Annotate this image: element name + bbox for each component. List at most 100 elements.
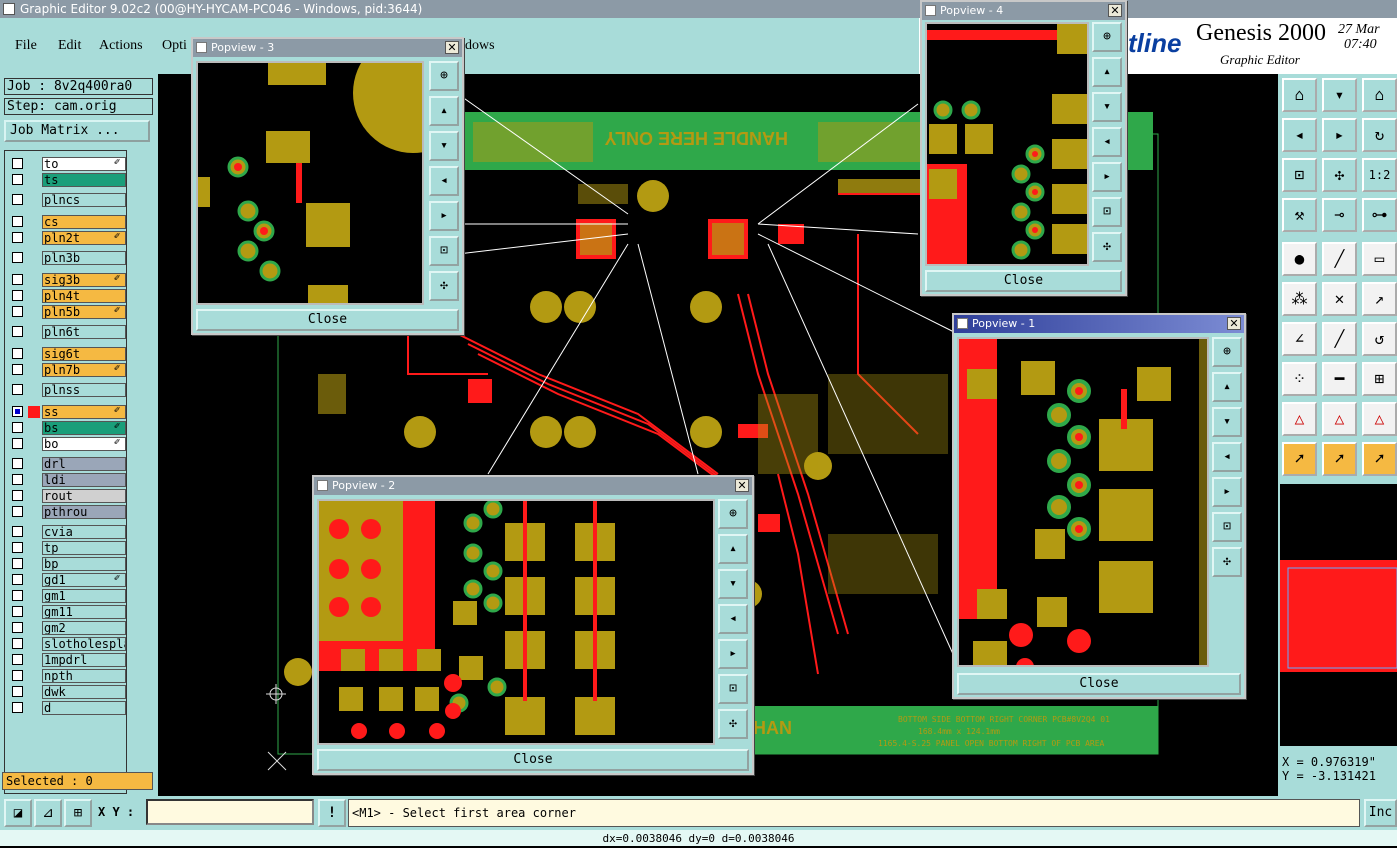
inc-button[interactable]: Inc	[1364, 799, 1397, 827]
tool-triangle-fill-icon[interactable]: △	[1362, 402, 1397, 436]
layer-row-bs[interactable]: bs ✐	[8, 421, 126, 435]
layer-name[interactable]: drl	[42, 457, 126, 471]
layer-name[interactable]: rout	[42, 489, 126, 503]
layer-name[interactable]: tp	[42, 541, 126, 555]
close-icon[interactable]: ✕	[735, 479, 749, 492]
popview-2-title-bar[interactable]: Popview - 2 ✕	[314, 477, 752, 495]
layer-checkbox[interactable]	[12, 686, 23, 697]
pop2-center-icon[interactable]: ✣	[718, 709, 748, 739]
tool-zoom-center-icon[interactable]: ✣	[1322, 158, 1357, 192]
layer-name[interactable]: gm2	[42, 621, 126, 635]
popview-4-close-button[interactable]: Close	[925, 270, 1122, 292]
menu-options[interactable]: Opti	[162, 38, 187, 54]
layer-row-gm11[interactable]: gm11	[8, 605, 126, 619]
pop1-pan-left-icon[interactable]: ◂	[1212, 442, 1242, 472]
pop1-pan-down-icon[interactable]: ▾	[1212, 407, 1242, 437]
tool-scale-icon[interactable]: 1:2	[1362, 158, 1397, 192]
layer-row-to[interactable]: to ✐	[8, 157, 126, 171]
tool-cross-icon[interactable]: ✕	[1322, 282, 1357, 316]
menu-windows[interactable]: dows	[465, 38, 495, 54]
layer-row-dwk[interactable]: dwk	[8, 685, 126, 699]
tool-pan-right-icon[interactable]: ▸	[1322, 118, 1357, 152]
layer-row-pln6t[interactable]: pln6t	[8, 325, 126, 339]
pop3-pan-up-icon[interactable]: ▴	[429, 96, 459, 126]
layer-row-ldi[interactable]: ldi	[8, 473, 126, 487]
tool-pan-down-icon[interactable]: ▾	[1322, 78, 1357, 112]
layer-name[interactable]: gm1	[42, 589, 126, 603]
popview-4-title-bar[interactable]: Popview - 4 ✕	[922, 2, 1125, 20]
layer-checkbox[interactable]	[12, 702, 23, 713]
layer-name[interactable]: plnss	[42, 383, 126, 397]
tool-pointer-icon[interactable]: ➚	[1282, 442, 1317, 476]
layer-checkbox[interactable]	[12, 422, 23, 433]
pop3-pan-left-icon[interactable]: ◂	[429, 166, 459, 196]
layer-checkbox[interactable]	[12, 458, 23, 469]
layer-row-1mpdrl[interactable]: 1mpdrl	[8, 653, 126, 667]
layer-row-pln7b[interactable]: pln7b ✐	[8, 363, 126, 377]
layer-checkbox[interactable]	[12, 638, 23, 649]
layer-name[interactable]: pthrou	[42, 505, 126, 519]
tool-triangle-select-icon[interactable]: △	[1322, 402, 1357, 436]
layer-name[interactable]: ldi	[42, 473, 126, 487]
tool-pan-left-icon[interactable]: ◂	[1282, 118, 1317, 152]
tool-bar-icon[interactable]: ━	[1322, 362, 1357, 396]
layer-row-plnss[interactable]: plnss	[8, 383, 126, 397]
pop2-zoom-in-icon[interactable]: ⊕	[718, 499, 748, 529]
measure-icon[interactable]: ⊿	[34, 799, 62, 827]
pop2-pan-down-icon[interactable]: ▾	[718, 569, 748, 599]
close-icon[interactable]: ✕	[1108, 4, 1122, 17]
tool-angle-icon[interactable]: ∠	[1282, 322, 1317, 356]
close-icon[interactable]: ✕	[445, 41, 459, 54]
layer-row-tp[interactable]: tp	[8, 541, 126, 555]
layer-checkbox[interactable]	[12, 474, 23, 485]
pop4-zoom-in-icon[interactable]: ⊕	[1092, 22, 1122, 52]
tool-triangle-icon[interactable]: △	[1282, 402, 1317, 436]
tool-arc-icon[interactable]: ↺	[1362, 322, 1397, 356]
layer-name[interactable]: cvia	[42, 525, 126, 539]
layer-name[interactable]: dwk	[42, 685, 126, 699]
layer-name[interactable]: pln4t	[42, 289, 126, 303]
pop3-zoom-fit-icon[interactable]: ⊡	[429, 236, 459, 266]
layer-checkbox[interactable]	[12, 654, 23, 665]
layer-checkbox[interactable]	[12, 670, 23, 681]
layer-checkbox[interactable]	[12, 274, 23, 285]
pop4-pan-left-icon[interactable]: ◂	[1092, 127, 1122, 157]
close-icon[interactable]: ✕	[1227, 317, 1241, 330]
pop2-pan-up-icon[interactable]: ▴	[718, 534, 748, 564]
layer-row-ts[interactable]: ts	[8, 173, 126, 187]
layer-row-sig6t[interactable]: sig6t	[8, 347, 126, 361]
pop4-pan-down-icon[interactable]: ▾	[1092, 92, 1122, 122]
layer-checkbox[interactable]	[12, 174, 23, 185]
layer-row-rout[interactable]: rout	[8, 489, 126, 503]
pop1-center-icon[interactable]: ✣	[1212, 547, 1242, 577]
layer-checkbox[interactable]	[12, 406, 23, 417]
pop2-zoom-fit-icon[interactable]: ⊡	[718, 674, 748, 704]
layer-row-pln2t[interactable]: pln2t ✐	[8, 231, 126, 245]
tool-vector-icon[interactable]: ↗	[1362, 282, 1397, 316]
job-matrix-button[interactable]: Job Matrix ...	[4, 120, 150, 142]
pop4-pan-up-icon[interactable]: ▴	[1092, 57, 1122, 87]
layer-row-d[interactable]: d	[8, 701, 126, 715]
layer-row-pln3b[interactable]: pln3b	[8, 251, 126, 265]
layer-checkbox[interactable]	[12, 384, 23, 395]
pop3-pan-right-icon[interactable]: ▸	[429, 201, 459, 231]
tool-net-icon[interactable]: ⊶	[1362, 198, 1397, 232]
menu-edit[interactable]: Edit	[58, 38, 81, 54]
pop3-pan-down-icon[interactable]: ▾	[429, 131, 459, 161]
layer-checkbox[interactable]	[12, 232, 23, 243]
tool-measure-icon[interactable]: ⚒	[1282, 198, 1317, 232]
tool-dots-icon[interactable]: ⁘	[1282, 362, 1317, 396]
pop4-center-icon[interactable]: ✣	[1092, 232, 1122, 262]
pop1-zoom-fit-icon[interactable]: ⊡	[1212, 512, 1242, 542]
layer-checkbox[interactable]	[12, 574, 23, 585]
layer-row-plncs[interactable]: plncs	[8, 193, 126, 207]
layer-checkbox[interactable]	[12, 590, 23, 601]
layer-row-sig3b[interactable]: sig3b ✐	[8, 273, 126, 287]
popview-3-close-button[interactable]: Close	[196, 309, 459, 331]
pop2-pan-right-icon[interactable]: ▸	[718, 639, 748, 669]
tool-pad-icon[interactable]: ●	[1282, 242, 1317, 276]
tool-rotate-icon[interactable]: ↻	[1362, 118, 1397, 152]
layer-name[interactable]: cs	[42, 215, 126, 229]
layer-checkbox[interactable]	[12, 364, 23, 375]
layer-row-cvia[interactable]: cvia	[8, 525, 126, 539]
